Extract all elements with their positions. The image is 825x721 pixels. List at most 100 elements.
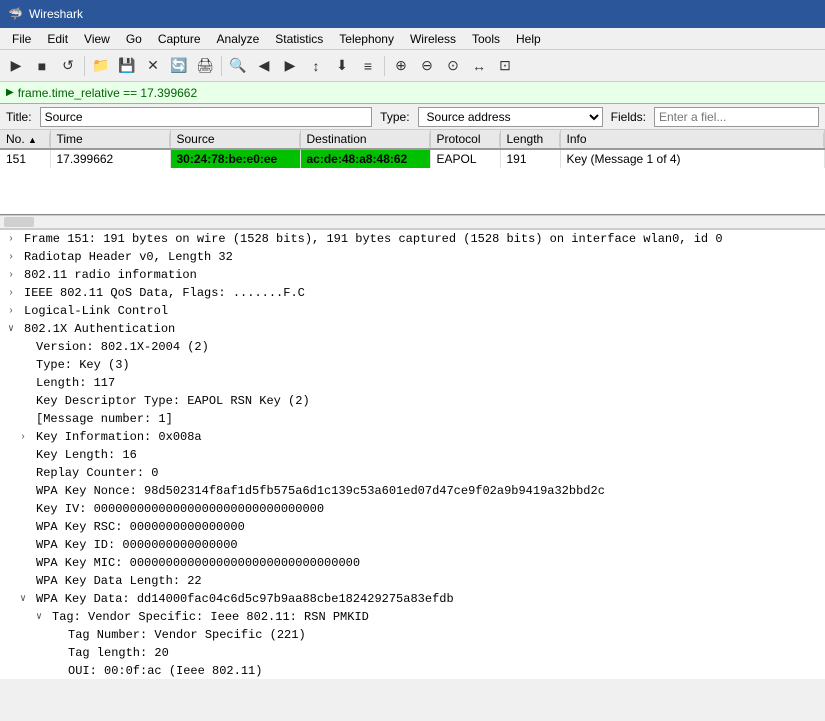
zoom-out-button[interactable]: ⊖ <box>415 54 439 78</box>
fields-input[interactable] <box>654 107 819 127</box>
restart-capture-button[interactable]: ↺ <box>56 54 80 78</box>
stop-capture-button[interactable]: ■ <box>30 54 54 78</box>
horizontal-scrollbar[interactable] <box>0 215 825 229</box>
close-file-button[interactable]: ✕ <box>141 54 165 78</box>
menu-item-capture[interactable]: Capture <box>150 30 209 48</box>
detail-line-llc[interactable]: ›Logical-Link Control <box>0 302 825 320</box>
detail-text: Key Information: 0x008a <box>36 430 202 444</box>
detail-line-wpa-rsc[interactable]: WPA Key RSC: 0000000000000000 <box>0 518 825 536</box>
detail-text: Tag: Vendor Specific: Ieee 802.11: RSN P… <box>52 610 369 624</box>
detail-line-msg-num[interactable]: [Message number: 1] <box>0 410 825 428</box>
detail-text: WPA Key RSC: 0000000000000000 <box>36 520 245 534</box>
expander-icon: › <box>8 234 20 245</box>
open-file-button[interactable]: 📁 <box>89 54 113 78</box>
print-button[interactable]: 🖨 <box>193 54 217 78</box>
col-header-length[interactable]: Length <box>500 130 560 149</box>
expander-icon: › <box>8 306 20 317</box>
filter-text: frame.time_relative == 17.399662 <box>18 86 197 100</box>
jump-first-button[interactable]: ↕ <box>304 54 328 78</box>
menu-item-wireless[interactable]: Wireless <box>402 30 464 48</box>
menu-item-file[interactable]: File <box>4 30 39 48</box>
cell-destination: ac:de:48:a8:48:62 <box>300 149 430 168</box>
reload-button[interactable]: 🔄 <box>167 54 191 78</box>
zoom-in-button[interactable]: ⊕ <box>389 54 413 78</box>
title-input[interactable] <box>40 107 373 127</box>
jump-last-button[interactable]: ⬇ <box>330 54 354 78</box>
type-select[interactable]: Source address <box>418 107 603 127</box>
expander-icon: ∨ <box>8 323 20 335</box>
detail-line-length[interactable]: Length: 117 <box>0 374 825 392</box>
col-header-info[interactable]: Info <box>560 130 825 149</box>
table-row[interactable]: 151 17.399662 30:24:78:be:e0:ee ac:de:48… <box>0 149 825 168</box>
col-header-source[interactable]: Source <box>170 130 300 149</box>
cell-protocol: EAPOL <box>430 149 500 168</box>
find-packet-button[interactable]: 🔍 <box>226 54 250 78</box>
detail-text: WPA Key Data: dd14000fac04c6d5c97b9aa88c… <box>36 592 454 606</box>
detail-text: Key IV: 00000000000000000000000000000000 <box>36 502 324 516</box>
detail-line-key-iv[interactable]: Key IV: 00000000000000000000000000000000 <box>0 500 825 518</box>
expander-icon: › <box>20 432 32 443</box>
detail-text: Key Length: 16 <box>36 448 137 462</box>
detail-line-wpa-nonce[interactable]: WPA Key Nonce: 98d502314f8af1d5fb575a6d1… <box>0 482 825 500</box>
detail-line-ieee80211[interactable]: ›IEEE 802.11 QoS Data, Flags: .......F.C <box>0 284 825 302</box>
detail-line-wpa-mic[interactable]: WPA Key MIC: 000000000000000000000000000… <box>0 554 825 572</box>
col-header-no[interactable]: No. ▲ <box>0 130 50 149</box>
go-back-button[interactable]: ◀ <box>252 54 276 78</box>
detail-line-key-info[interactable]: › Key Information: 0x008a <box>0 428 825 446</box>
table-header-row: No. ▲ Time Source Destination Protocol L… <box>0 130 825 149</box>
menu-item-go[interactable]: Go <box>118 30 150 48</box>
detail-text: Key Descriptor Type: EAPOL RSN Key (2) <box>36 394 310 408</box>
detail-text: Type: Key (3) <box>36 358 130 372</box>
cell-time: 17.399662 <box>50 149 170 168</box>
detail-line-key-data-len[interactable]: WPA Key Data Length: 22 <box>0 572 825 590</box>
detail-line-oui[interactable]: OUI: 00:0f:ac (Ieee 802.11) <box>0 662 825 679</box>
fit-columns-button[interactable]: ⊙ <box>441 54 465 78</box>
save-file-button[interactable]: 💾 <box>115 54 139 78</box>
menu-item-help[interactable]: Help <box>508 30 549 48</box>
detail-line-key-data[interactable]: ∨WPA Key Data: dd14000fac04c6d5c97b9aa88… <box>0 590 825 608</box>
detail-line-8021x[interactable]: ∨802.1X Authentication <box>0 320 825 338</box>
menu-item-statistics[interactable]: Statistics <box>267 30 331 48</box>
scrollbar-thumb <box>4 217 34 227</box>
menu-item-edit[interactable]: Edit <box>39 30 76 48</box>
detail-line-radiotap[interactable]: ›Radiotap Header v0, Length 32 <box>0 248 825 266</box>
detail-line-tag-length[interactable]: Tag length: 20 <box>0 644 825 662</box>
detail-text: Frame 151: 191 bytes on wire (1528 bits)… <box>24 232 723 246</box>
detail-line-replay-cnt[interactable]: Replay Counter: 0 <box>0 464 825 482</box>
go-forward-button[interactable]: ▶ <box>278 54 302 78</box>
detail-line-radio-info[interactable]: › 802.11 radio information <box>0 266 825 284</box>
detail-line-frame[interactable]: › Frame 151: 191 bytes on wire (1528 bits… <box>0 230 825 248</box>
menu-item-telephony[interactable]: Telephony <box>331 30 402 48</box>
detail-line-tag-number[interactable]: Tag Number: Vendor Specific (221) <box>0 626 825 644</box>
col-header-protocol[interactable]: Protocol <box>430 130 500 149</box>
packet-detail-pane[interactable]: › Frame 151: 191 bytes on wire (1528 bits… <box>0 229 825 679</box>
detail-line-key-desc[interactable]: Key Descriptor Type: EAPOL RSN Key (2) <box>0 392 825 410</box>
detail-line-type[interactable]: Type: Key (3) <box>0 356 825 374</box>
filter-bar-toggle-button[interactable]: ≡ <box>356 54 380 78</box>
detail-text: WPA Key Nonce: 98d502314f8af1d5fb575a6d1… <box>36 484 605 498</box>
packet-table-container: No. ▲ Time Source Destination Protocol L… <box>0 130 825 215</box>
menu-bar: FileEditViewGoCaptureAnalyzeStatisticsTe… <box>0 28 825 50</box>
menu-item-analyze[interactable]: Analyze <box>209 30 268 48</box>
detail-text: 802.11 radio information <box>24 268 197 282</box>
title-bar: 🦈 Wireshark <box>0 0 825 28</box>
detail-line-version[interactable]: Version: 802.1X-2004 (2) <box>0 338 825 356</box>
cell-source: 30:24:78:be:e0:ee <box>170 149 300 168</box>
detail-line-wpa-id[interactable]: WPA Key ID: 0000000000000000 <box>0 536 825 554</box>
col-header-dest[interactable]: Destination <box>300 130 430 149</box>
toolbar-separator <box>384 56 385 76</box>
menu-item-tools[interactable]: Tools <box>464 30 508 48</box>
expander-icon: › <box>8 270 20 281</box>
col-header-time[interactable]: Time <box>50 130 170 149</box>
resize-columns-button[interactable]: ↔ <box>467 54 491 78</box>
start-capture-button[interactable]: ▶ <box>4 54 28 78</box>
detail-text: [Message number: 1] <box>36 412 173 426</box>
toolbar-btn-18-button[interactable]: ⊡ <box>493 54 517 78</box>
detail-line-key-len[interactable]: Key Length: 16 <box>0 446 825 464</box>
toolbar-separator <box>84 56 85 76</box>
expander-icon: › <box>8 252 20 263</box>
cell-info: Key (Message 1 of 4) <box>560 149 825 168</box>
cell-length: 191 <box>500 149 560 168</box>
menu-item-view[interactable]: View <box>76 30 118 48</box>
detail-line-tag-vendor[interactable]: ∨Tag: Vendor Specific: Ieee 802.11: RSN … <box>0 608 825 626</box>
